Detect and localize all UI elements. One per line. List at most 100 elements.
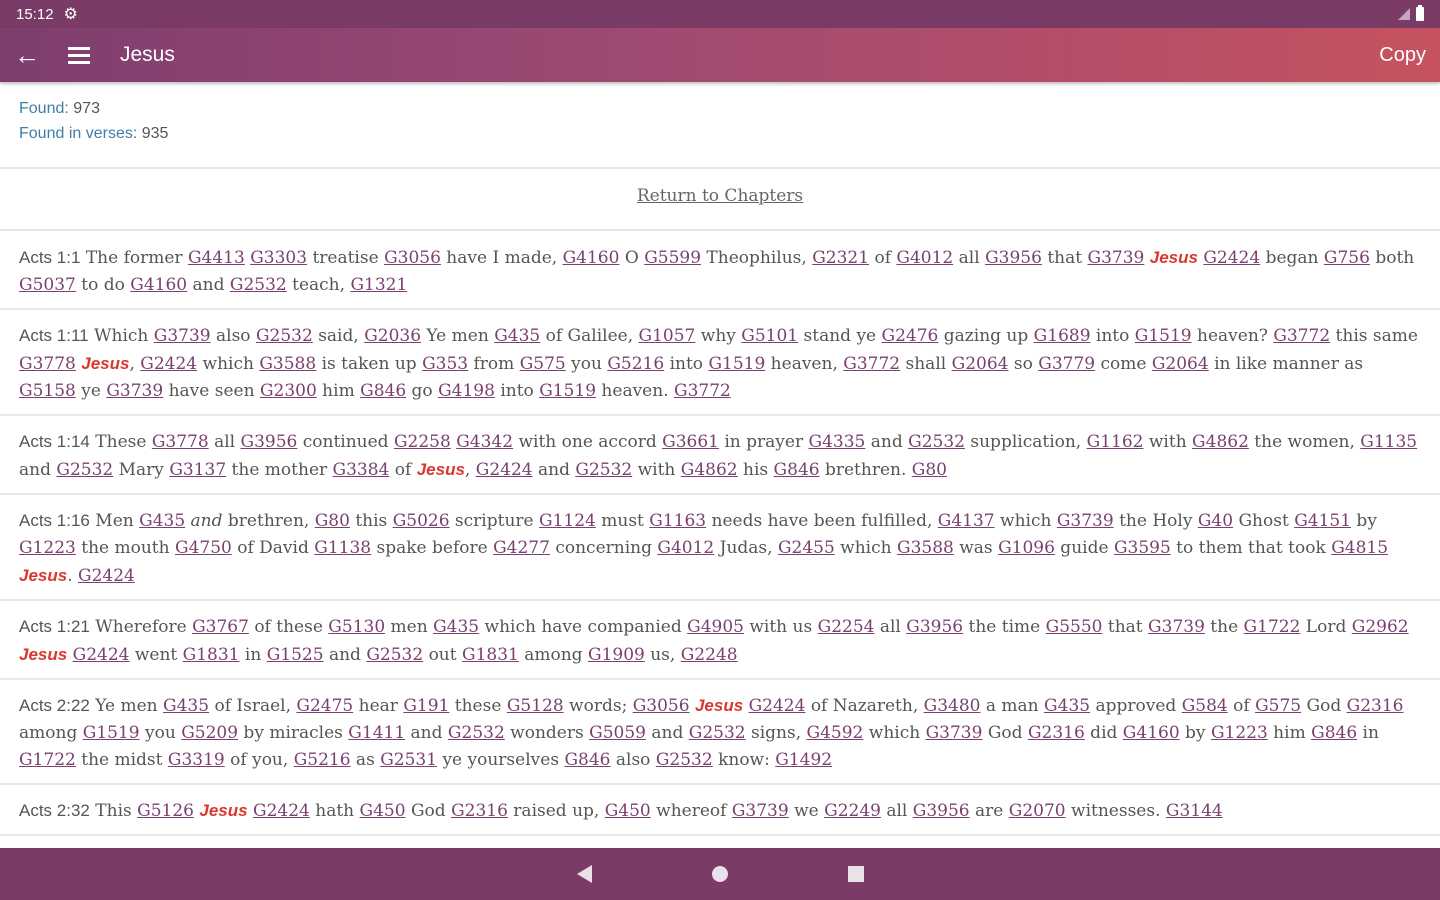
strongs-number-link[interactable]: G2316: [1028, 723, 1085, 743]
strongs-number-link[interactable]: G4335: [809, 432, 866, 452]
strongs-number-link[interactable]: G3739: [926, 723, 983, 743]
strongs-number-link[interactable]: G2424: [749, 696, 806, 716]
strongs-number-link[interactable]: G2532: [575, 460, 632, 480]
strongs-number-link[interactable]: G2424: [253, 801, 310, 821]
strongs-number-link[interactable]: G2532: [448, 723, 505, 743]
strongs-number-link[interactable]: G5037: [19, 275, 76, 295]
strongs-number-link[interactable]: G1321: [350, 275, 407, 295]
strongs-number-link[interactable]: G3772: [843, 354, 900, 374]
strongs-number-link[interactable]: G3056: [633, 696, 690, 716]
strongs-number-link[interactable]: G1096: [998, 538, 1055, 558]
strongs-number-link[interactable]: G1519: [708, 354, 765, 374]
strongs-number-link[interactable]: G3137: [169, 460, 226, 480]
strongs-number-link[interactable]: G3661: [662, 432, 719, 452]
strongs-number-link[interactable]: G1831: [462, 645, 519, 665]
strongs-number-link[interactable]: G5599: [644, 248, 701, 268]
strongs-number-link[interactable]: G846: [1311, 723, 1357, 743]
strongs-number-link[interactable]: G2424: [78, 566, 135, 586]
strongs-number-link[interactable]: G3739: [154, 326, 211, 346]
strongs-number-link[interactable]: G2321: [812, 248, 869, 268]
strongs-number-link[interactable]: G3319: [168, 750, 225, 770]
strongs-number-link[interactable]: G435: [1044, 696, 1090, 716]
strongs-number-link[interactable]: G2254: [818, 617, 875, 637]
strongs-number-link[interactable]: G1909: [588, 645, 645, 665]
strongs-number-link[interactable]: G2424: [140, 354, 197, 374]
strongs-number-link[interactable]: G3778: [152, 432, 209, 452]
strongs-number-link[interactable]: G846: [564, 750, 610, 770]
strongs-number-link[interactable]: G5059: [589, 723, 646, 743]
strongs-number-link[interactable]: G1519: [1135, 326, 1192, 346]
strongs-number-link[interactable]: G4160: [1123, 723, 1180, 743]
strongs-number-link[interactable]: G4342: [456, 432, 513, 452]
verse-item[interactable]: Acts 1:11 Which G3739 also G2532 said, G…: [0, 310, 1440, 416]
strongs-number-link[interactable]: G2316: [1347, 696, 1404, 716]
strongs-number-link[interactable]: G3772: [1273, 326, 1330, 346]
strongs-number-link[interactable]: G2455: [778, 538, 835, 558]
strongs-number-link[interactable]: G1689: [1034, 326, 1091, 346]
strongs-number-link[interactable]: G2532: [230, 275, 287, 295]
nav-home-icon[interactable]: [711, 866, 728, 882]
strongs-number-link[interactable]: G3144: [1166, 801, 1223, 821]
strongs-number-link[interactable]: G5128: [507, 696, 564, 716]
strongs-number-link[interactable]: G435: [139, 511, 185, 531]
strongs-number-link[interactable]: G4592: [807, 723, 864, 743]
strongs-number-link[interactable]: G3739: [1057, 511, 1114, 531]
strongs-number-link[interactable]: G4277: [493, 538, 550, 558]
strongs-number-link[interactable]: G5130: [328, 617, 385, 637]
strongs-number-link[interactable]: G4160: [563, 248, 620, 268]
strongs-number-link[interactable]: G3779: [1038, 354, 1095, 374]
strongs-number-link[interactable]: G1831: [183, 645, 240, 665]
strongs-number-link[interactable]: G435: [494, 326, 540, 346]
strongs-number-link[interactable]: G2424: [476, 460, 533, 480]
verse-results-list[interactable]: Acts 1:1 The former G4413 G3303 treatise…: [0, 232, 1440, 848]
strongs-number-link[interactable]: G2249: [824, 801, 881, 821]
verse-item[interactable]: Acts 1:14 These G3778 all G3956 continue…: [0, 416, 1440, 495]
strongs-number-link[interactable]: G1525: [267, 645, 324, 665]
strongs-number-link[interactable]: G2531: [380, 750, 437, 770]
strongs-number-link[interactable]: G4012: [657, 538, 714, 558]
strongs-number-link[interactable]: G756: [1324, 248, 1370, 268]
strongs-number-link[interactable]: G575: [520, 354, 566, 374]
strongs-number-link[interactable]: G5026: [393, 511, 450, 531]
strongs-number-link[interactable]: G4815: [1331, 538, 1388, 558]
strongs-number-link[interactable]: G3480: [924, 696, 981, 716]
strongs-number-link[interactable]: G3588: [897, 538, 954, 558]
strongs-number-link[interactable]: G2064: [1152, 354, 1209, 374]
strongs-number-link[interactable]: G353: [422, 354, 468, 374]
strongs-number-link[interactable]: G2532: [256, 326, 313, 346]
strongs-number-link[interactable]: G1223: [19, 538, 76, 558]
strongs-number-link[interactable]: G3767: [192, 617, 249, 637]
strongs-number-link[interactable]: G846: [360, 381, 406, 401]
strongs-number-link[interactable]: G575: [1255, 696, 1301, 716]
strongs-number-link[interactable]: G2962: [1352, 617, 1409, 637]
strongs-number-link[interactable]: G435: [433, 617, 479, 637]
strongs-number-link[interactable]: G2532: [908, 432, 965, 452]
strongs-number-link[interactable]: G5158: [19, 381, 76, 401]
strongs-number-link[interactable]: G3956: [241, 432, 298, 452]
strongs-number-link[interactable]: G1519: [83, 723, 140, 743]
strongs-number-link[interactable]: G4160: [130, 275, 187, 295]
strongs-number-link[interactable]: G2300: [260, 381, 317, 401]
strongs-number-link[interactable]: G5126: [137, 801, 194, 821]
strongs-number-link[interactable]: G3739: [1148, 617, 1205, 637]
strongs-number-link[interactable]: G1722: [19, 750, 76, 770]
verse-item[interactable]: Acts 2:32 This G5126 Jesus G2424 hath G4…: [0, 785, 1440, 836]
strongs-number-link[interactable]: G1492: [775, 750, 832, 770]
strongs-number-link[interactable]: G450: [605, 801, 651, 821]
strongs-number-link[interactable]: G3956: [913, 801, 970, 821]
return-to-chapters-link[interactable]: Return to Chapters: [0, 186, 1440, 206]
strongs-number-link[interactable]: G2036: [364, 326, 421, 346]
strongs-number-link[interactable]: G1138: [314, 538, 371, 558]
strongs-number-link[interactable]: G80: [912, 460, 947, 480]
strongs-number-link[interactable]: G4198: [438, 381, 495, 401]
strongs-number-link[interactable]: G40: [1198, 511, 1233, 531]
strongs-number-link[interactable]: G1722: [1244, 617, 1301, 637]
strongs-number-link[interactable]: G2070: [1009, 801, 1066, 821]
strongs-number-link[interactable]: G5216: [294, 750, 351, 770]
strongs-number-link[interactable]: G2424: [1203, 248, 1260, 268]
strongs-number-link[interactable]: G4905: [687, 617, 744, 637]
strongs-number-link[interactable]: G3595: [1114, 538, 1171, 558]
strongs-number-link[interactable]: G584: [1182, 696, 1228, 716]
verse-item[interactable]: Acts 2:22 Ye men G435 of Israel, G2475 h…: [0, 680, 1440, 785]
strongs-number-link[interactable]: G3956: [906, 617, 963, 637]
